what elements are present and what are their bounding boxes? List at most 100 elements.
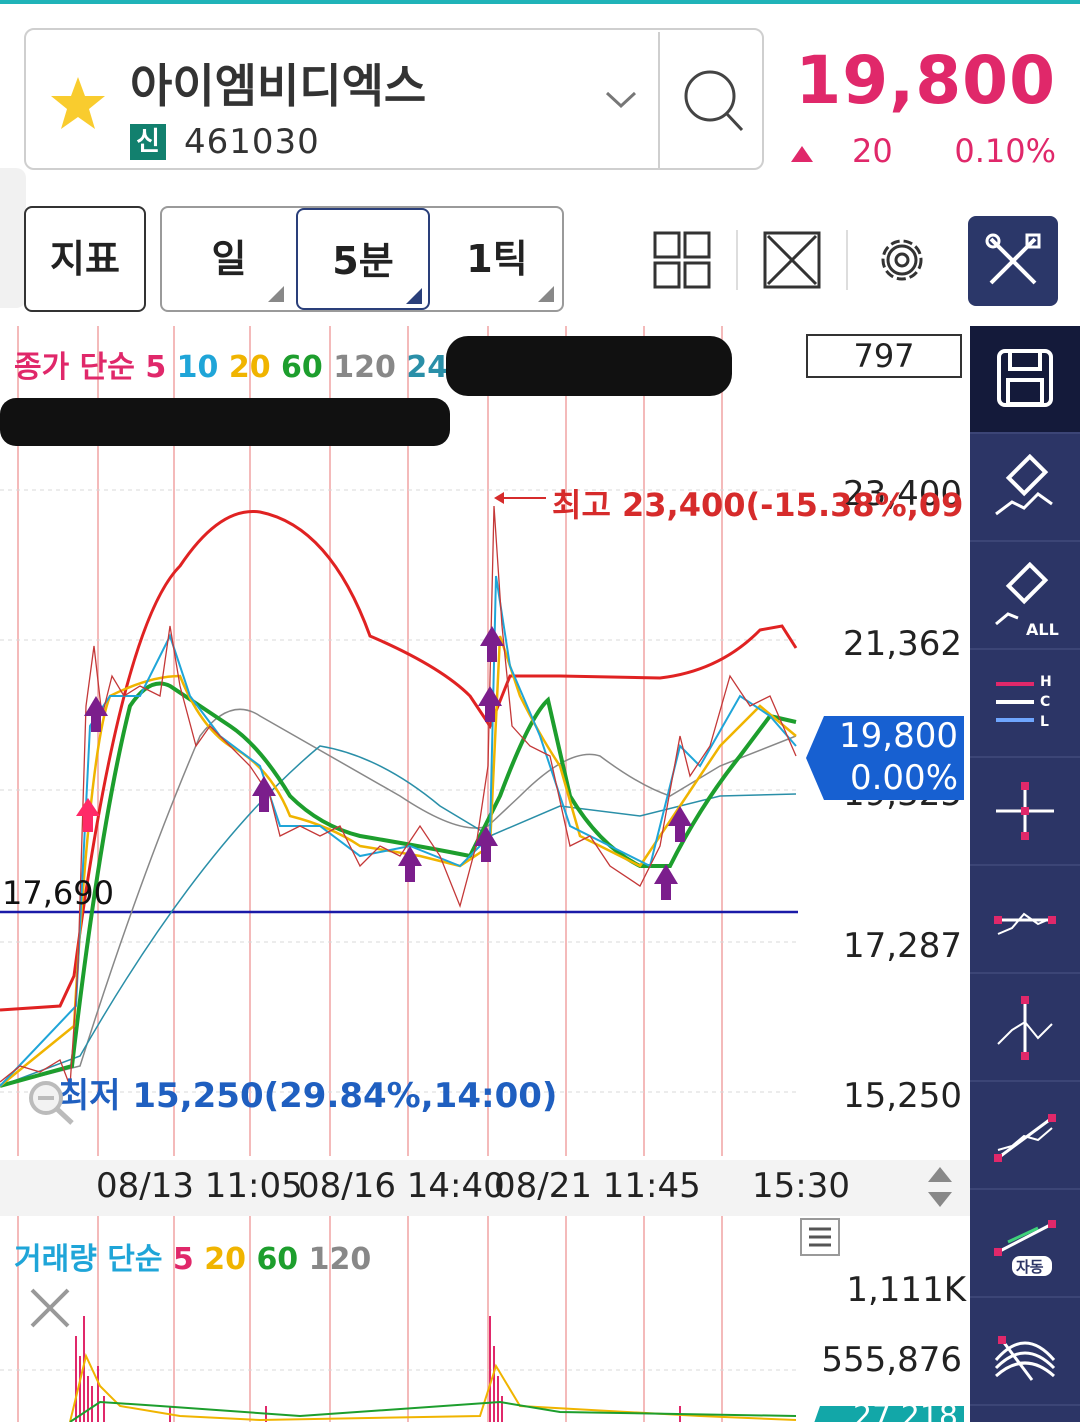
- eraser-all-button[interactable]: ALL: [970, 542, 1080, 650]
- signal-arrow-stem: [661, 884, 671, 900]
- ma60-line: [0, 681, 797, 1088]
- count-box: 797: [806, 334, 962, 378]
- stock-header: 아이엠비디엑스 신 461030 19,800 20 0.10%: [0, 4, 1080, 194]
- divider: [736, 230, 738, 290]
- time-label: 08/21 11:45: [494, 1166, 701, 1206]
- ma-legend-prefix: 종가 단순: [14, 350, 135, 385]
- current-price: 19,800: [795, 42, 1056, 119]
- corner-triangle-icon: [268, 286, 284, 302]
- scroll-updown-icon[interactable]: [926, 1164, 954, 1210]
- svg-text:C: C: [1040, 694, 1050, 710]
- chevron-down-icon[interactable]: [604, 90, 638, 110]
- signal-arrow-stem: [259, 796, 269, 812]
- ma-period-120: 120: [333, 350, 396, 385]
- ma120-line: [0, 708, 797, 1087]
- search-icon[interactable]: [660, 32, 764, 168]
- signal-arrow-stem: [487, 646, 497, 662]
- auto-trend-button[interactable]: 자동: [970, 1190, 1080, 1298]
- grid-layout-icon[interactable]: [652, 230, 712, 290]
- favorite-star-icon[interactable]: [48, 74, 108, 134]
- price-axis-label: 17,287: [843, 926, 962, 966]
- fan-button[interactable]: [970, 1298, 1080, 1406]
- ma20-line: [0, 635, 797, 1087]
- corner-triangle-icon: [406, 288, 422, 304]
- hcl-lines-icon: H C L: [996, 674, 1052, 730]
- eraser-button[interactable]: [970, 434, 1080, 542]
- high-annotation: 최고 23,400(-15.38%,09:3: [552, 486, 962, 524]
- drawing-toolbar: ALL H C L 자동: [970, 326, 1080, 1422]
- volume-tag: 27,218: [806, 1406, 964, 1422]
- vertical-line-button[interactable]: [970, 974, 1080, 1082]
- close-icon[interactable]: [28, 1286, 72, 1330]
- new-listing-badge: 신: [130, 124, 166, 160]
- tools-icon: [985, 233, 1041, 285]
- menu-icon[interactable]: [800, 1218, 840, 1256]
- current-price-tag-pct: 0.00%: [849, 758, 958, 798]
- peak-icon: [997, 996, 1053, 1060]
- vol-ma60-line: [69, 1400, 797, 1423]
- ma-period-5: 5: [145, 350, 167, 385]
- crosshair-button[interactable]: [970, 758, 1080, 866]
- up-triangle-icon: [791, 146, 813, 162]
- redaction-block: [0, 398, 450, 446]
- save-icon: [997, 349, 1053, 407]
- drawing-tools-button[interactable]: [968, 216, 1058, 306]
- current-price-tag: 19,800 0.00%: [806, 716, 964, 800]
- chart-toolbar: 지표 일 5분 1틱: [0, 194, 1080, 324]
- support-level-label: 17,690: [2, 874, 114, 912]
- rising-line-icon: [994, 1114, 1056, 1162]
- price-axis-label: 15,250: [843, 1076, 962, 1116]
- price-change-percent: 0.10%: [954, 132, 1056, 170]
- vol-ma-20: 20: [204, 1242, 246, 1277]
- current-price-tag-value: 19,800: [839, 716, 958, 756]
- low-annotation: 최저 15,250(29.84%,14:00): [58, 1076, 558, 1116]
- hcl-lines-button[interactable]: H C L: [970, 650, 1080, 758]
- stock-code: 461030: [184, 122, 320, 162]
- zoom-out-icon[interactable]: [26, 1078, 78, 1128]
- price-change: 20: [852, 132, 893, 170]
- svg-text:L: L: [1040, 714, 1049, 730]
- ma-period-20: 20: [228, 350, 271, 385]
- expand-icon[interactable]: [762, 230, 822, 290]
- gear-icon[interactable]: [872, 230, 932, 290]
- time-label: 15:30: [752, 1166, 850, 1206]
- signal-arrow-stem: [481, 846, 491, 862]
- signal-arrow-pink: [76, 798, 100, 816]
- candle-noise: [0, 505, 797, 1087]
- signal-arrow-stem: [485, 706, 495, 722]
- volume-legend: 거래량 단순 5 20 60 120: [14, 1234, 371, 1278]
- indicator-button[interactable]: 지표: [24, 206, 146, 312]
- save-button[interactable]: [970, 326, 1080, 434]
- period-selector: 일 5분 1틱: [160, 206, 564, 312]
- ma-legend: 종가 단순 5 10 20 60 120 240: [14, 342, 469, 386]
- divider: [846, 230, 848, 290]
- signal-arrow-stem: [405, 866, 415, 882]
- auto-trend-label: 자동: [1016, 1258, 1044, 1276]
- svg-text:H: H: [1040, 674, 1052, 690]
- eraser-all-label: ALL: [1026, 620, 1059, 639]
- horizontal-line-button[interactable]: [970, 866, 1080, 974]
- stock-name: 아이엠비디엑스: [130, 59, 427, 113]
- crosshair-icon: [996, 782, 1054, 840]
- corner-triangle-icon: [538, 286, 554, 302]
- ma-period-60: 60: [281, 350, 323, 385]
- volume-tag-value: 27,218: [853, 1406, 958, 1422]
- volume-axis-label: 555,876: [821, 1340, 962, 1380]
- signal-arrow: [668, 806, 692, 826]
- ma240-line: [0, 745, 797, 1087]
- signal-arrow: [252, 776, 276, 796]
- time-label: 08/16 14:40: [298, 1166, 505, 1206]
- trend-line-icon: [994, 912, 1056, 935]
- vol-ma20-line: [69, 1352, 797, 1423]
- volume-axis-label: 1,111K: [846, 1270, 966, 1310]
- signal-arrow-stem: [91, 716, 101, 732]
- ma-period-10: 10: [176, 350, 219, 385]
- signal-arrow-stem: [675, 826, 685, 842]
- signal-arrow-pink-stem: [83, 816, 93, 832]
- time-label: 08/13 11:05: [96, 1166, 303, 1206]
- eraser-icon: [995, 454, 1053, 516]
- redaction-block: [446, 336, 732, 396]
- vol-ma-120: 120: [308, 1242, 372, 1277]
- trend-line-button[interactable]: [970, 1082, 1080, 1190]
- high-pointer-head: [494, 492, 504, 504]
